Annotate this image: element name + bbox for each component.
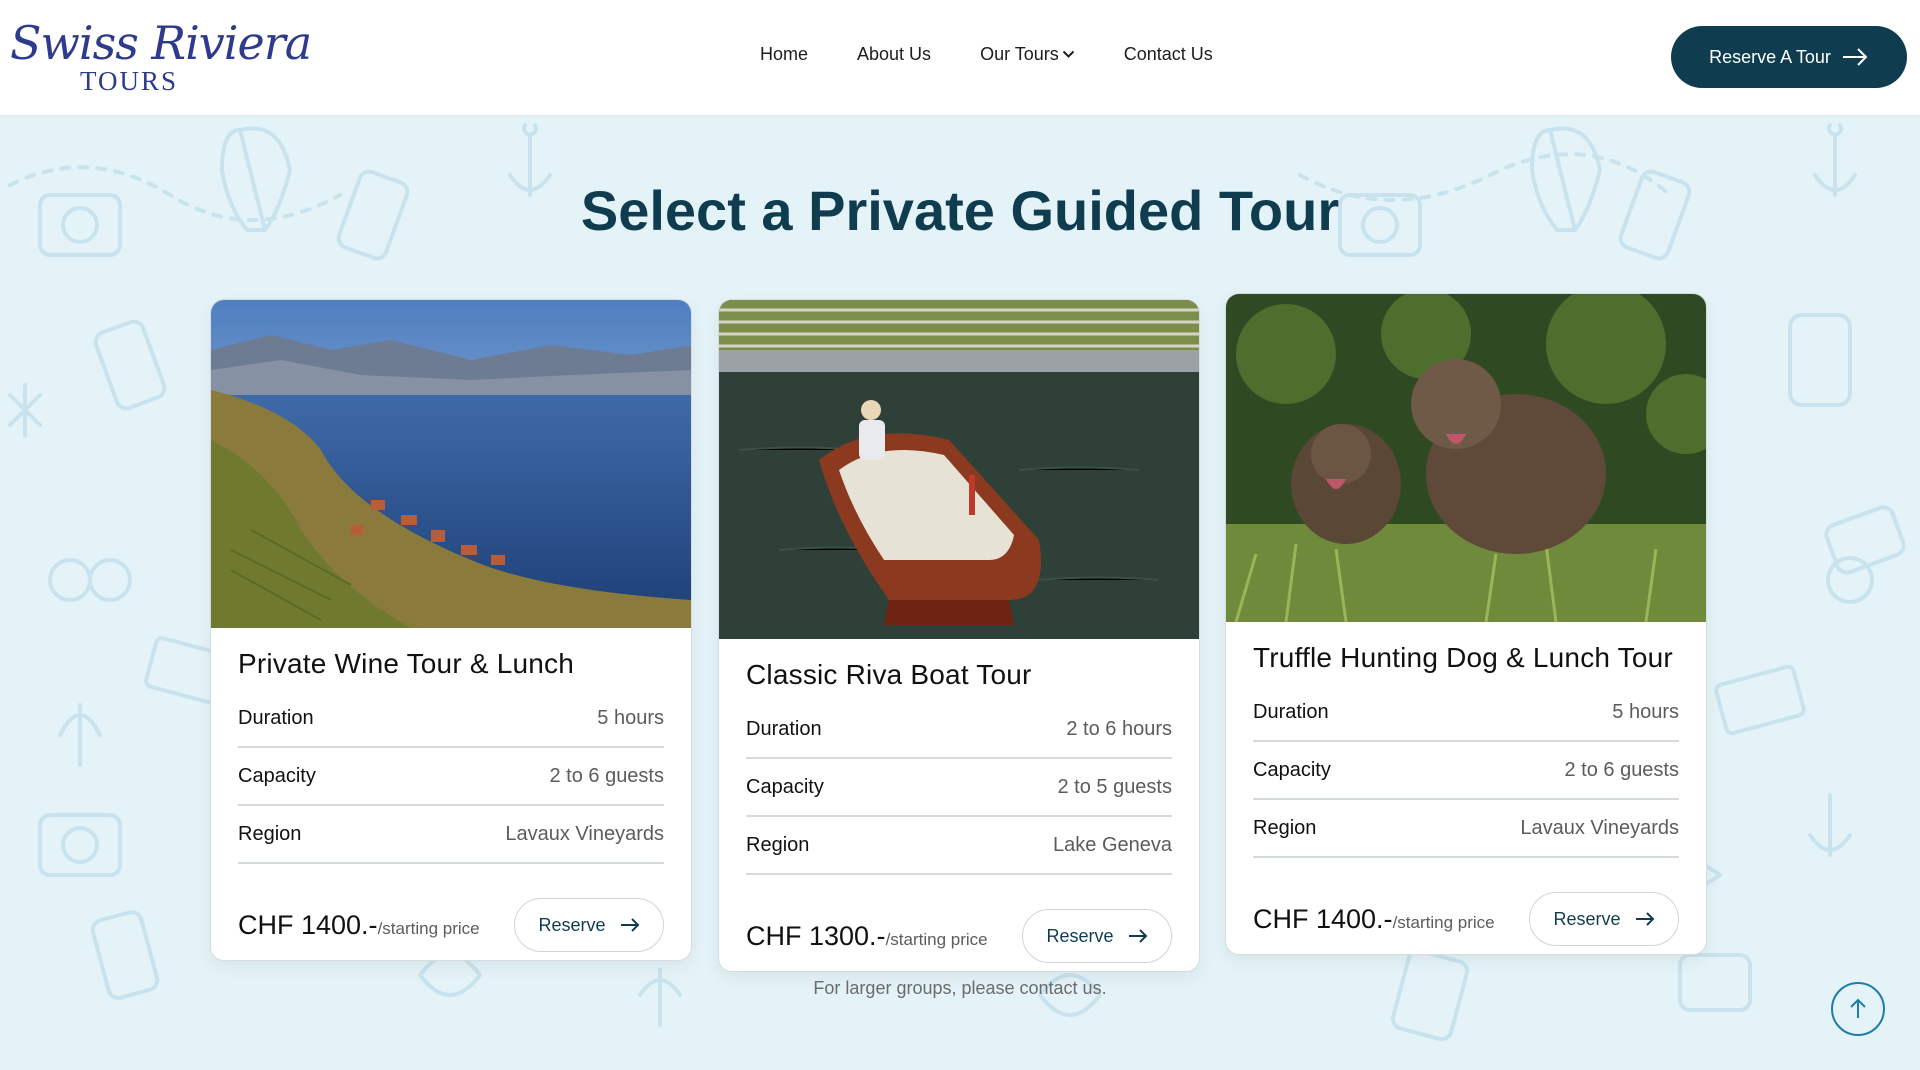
brand-logo[interactable]: Swiss Riviera TOURS bbox=[10, 16, 312, 96]
capacity-value: 2 to 6 guests bbox=[1564, 758, 1679, 781]
region-row: Region Lake Geneva bbox=[746, 817, 1172, 875]
region-value: Lavaux Vineyards bbox=[1520, 816, 1679, 839]
price-note: /starting price bbox=[377, 918, 480, 938]
reserve-button[interactable]: Reserve bbox=[1529, 892, 1679, 946]
capacity-label: Capacity bbox=[1253, 758, 1331, 781]
reserve-button[interactable]: Reserve bbox=[514, 898, 664, 952]
duration-row: Duration 5 hours bbox=[1253, 684, 1679, 742]
region-row: Region Lavaux Vineyards bbox=[238, 806, 664, 864]
capacity-row: Capacity 2 to 6 guests bbox=[1253, 742, 1679, 800]
capacity-value: 2 to 5 guests bbox=[1057, 775, 1172, 798]
tour-title: Private Wine Tour & Lunch bbox=[238, 648, 574, 679]
duration-value: 2 to 6 hours bbox=[1066, 717, 1172, 740]
reserve-a-tour-label: Reserve A Tour bbox=[1709, 46, 1831, 67]
duration-label: Duration bbox=[238, 706, 314, 729]
reserve-label: Reserve bbox=[1553, 908, 1621, 929]
reserve-a-tour-button[interactable]: Reserve A Tour bbox=[1671, 26, 1907, 88]
capacity-label: Capacity bbox=[746, 775, 824, 798]
arrow-right-icon bbox=[1842, 48, 1868, 66]
nav-about-label: About Us bbox=[857, 44, 932, 64]
price: CHF 1400.-/starting price bbox=[238, 910, 480, 941]
price-amount: CHF 1400.- bbox=[1253, 903, 1393, 934]
price-amount: CHF 1300.- bbox=[746, 920, 886, 951]
duration-value: 5 hours bbox=[597, 706, 664, 729]
tour-card-wine: Private Wine Tour & Lunch Duration 5 hou… bbox=[210, 299, 692, 961]
price: CHF 1400.-/starting price bbox=[1253, 904, 1495, 935]
duration-row: Duration 2 to 6 hours bbox=[746, 701, 1172, 759]
nav-contact-label: Contact Us bbox=[1123, 44, 1213, 64]
arrow-right-icon bbox=[1128, 929, 1147, 943]
capacity-value: 2 to 6 guests bbox=[549, 764, 664, 787]
page-title: Select a Private Guided Tour bbox=[580, 179, 1340, 242]
price-note: /starting price bbox=[1392, 912, 1495, 932]
region-row: Region Lavaux Vineyards bbox=[1253, 800, 1679, 858]
tour-image-wine[interactable] bbox=[211, 300, 691, 628]
tour-title: Truffle Hunting Dog & Lunch Tour bbox=[1253, 642, 1673, 673]
tour-title: Classic Riva Boat Tour bbox=[746, 659, 1032, 690]
nav-about[interactable]: About Us bbox=[857, 44, 931, 65]
region-label: Region bbox=[1253, 816, 1317, 839]
tour-card-body: Truffle Hunting Dog & Lunch Tour Duratio… bbox=[1226, 622, 1706, 954]
nav-tours-label: Our Tours bbox=[980, 44, 1059, 64]
duration-label: Duration bbox=[1253, 700, 1329, 723]
tour-card-body: Private Wine Tour & Lunch Duration 5 hou… bbox=[211, 628, 691, 960]
tour-card-body: Classic Riva Boat Tour Duration 2 to 6 h… bbox=[719, 639, 1199, 971]
duration-label: Duration bbox=[746, 717, 822, 740]
arrow-right-icon bbox=[1635, 912, 1654, 926]
price-amount: CHF 1400.- bbox=[238, 909, 378, 940]
arrow-up-icon bbox=[1850, 998, 1866, 1018]
nav-our-tours[interactable]: Our Tours bbox=[980, 44, 1075, 65]
tour-card-truffle: Truffle Hunting Dog & Lunch Tour Duratio… bbox=[1225, 293, 1707, 955]
nav-contact[interactable]: Contact Us bbox=[1124, 44, 1213, 65]
logo-script: Swiss Riviera bbox=[10, 16, 312, 70]
tour-image-boat[interactable] bbox=[719, 300, 1199, 639]
region-value: Lavaux Vineyards bbox=[505, 822, 664, 845]
price-note: /starting price bbox=[885, 929, 988, 949]
arrow-right-icon bbox=[620, 918, 639, 932]
price: CHF 1300.-/starting price bbox=[746, 921, 988, 952]
reserve-button[interactable]: Reserve bbox=[1022, 909, 1172, 963]
card-footer: CHF 1400.-/starting price Reserve bbox=[238, 898, 664, 952]
card-footer: CHF 1300.-/starting price Reserve bbox=[746, 909, 1172, 963]
main-nav: Home About Us Our Tours Contact Us bbox=[760, 44, 1262, 65]
nav-home[interactable]: Home bbox=[760, 44, 808, 65]
capacity-row: Capacity 2 to 6 guests bbox=[238, 748, 664, 806]
duration-value: 5 hours bbox=[1612, 700, 1679, 723]
tour-image-truffle[interactable] bbox=[1226, 294, 1706, 622]
group-footnote: For larger groups, please contact us. bbox=[813, 978, 1107, 998]
capacity-row: Capacity 2 to 5 guests bbox=[746, 759, 1172, 817]
reserve-label: Reserve bbox=[1046, 925, 1114, 946]
card-footer: CHF 1400.-/starting price Reserve bbox=[1253, 892, 1679, 946]
chevron-down-icon bbox=[1062, 50, 1074, 58]
site-header: Swiss Riviera TOURS Home About Us Our To… bbox=[0, 0, 1920, 115]
region-value: Lake Geneva bbox=[1053, 833, 1172, 856]
capacity-label: Capacity bbox=[238, 764, 316, 787]
scroll-to-top-button[interactable] bbox=[1831, 982, 1885, 1036]
nav-home-label: Home bbox=[760, 44, 809, 64]
reserve-label: Reserve bbox=[538, 914, 606, 935]
region-label: Region bbox=[238, 822, 302, 845]
logo-subtitle: TOURS bbox=[80, 66, 179, 96]
duration-row: Duration 5 hours bbox=[238, 690, 664, 748]
region-label: Region bbox=[746, 833, 810, 856]
tour-card-boat: Classic Riva Boat Tour Duration 2 to 6 h… bbox=[718, 299, 1200, 972]
